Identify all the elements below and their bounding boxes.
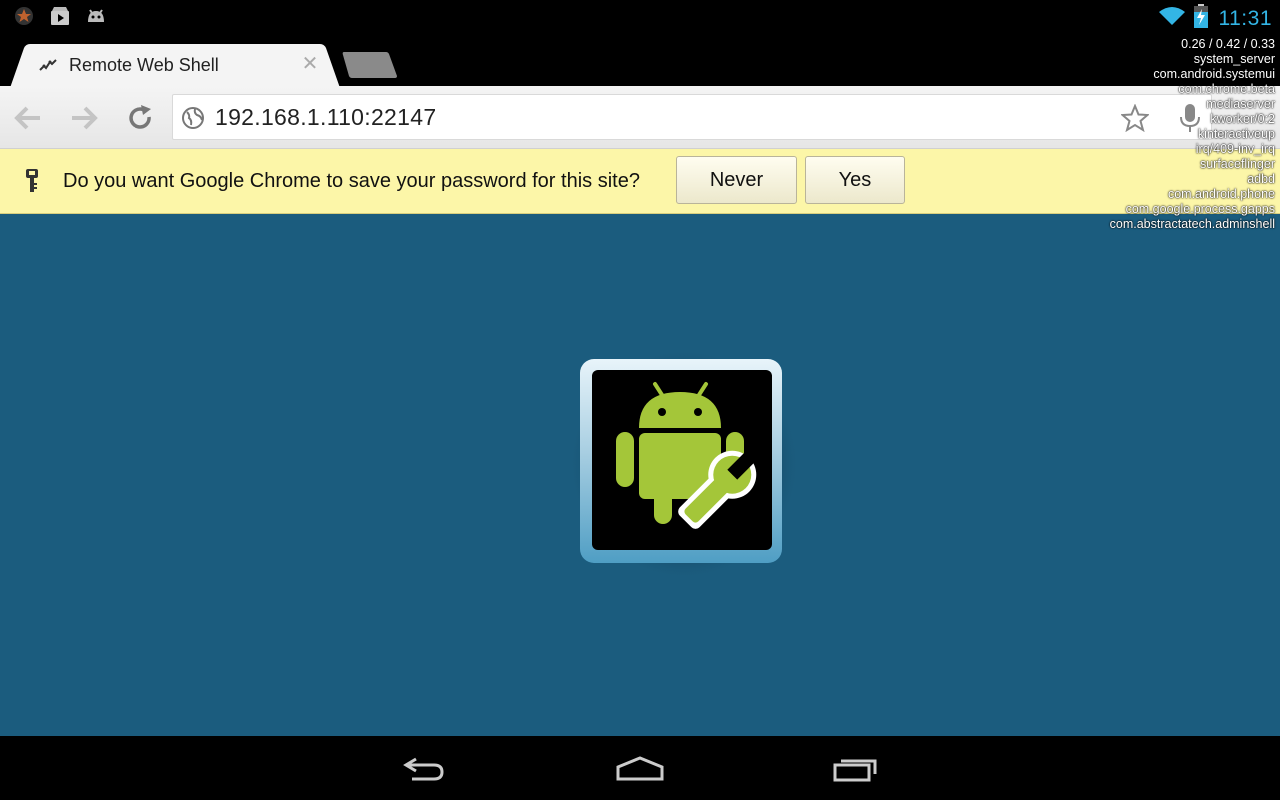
url-text: 192.168.1.110:22147 [215, 104, 437, 130]
process-name: com.google.process.gapps [1125, 202, 1275, 216]
tab-title: Remote Web Shell [69, 55, 219, 75]
globe-icon [181, 106, 205, 130]
infobar-message: Do you want Google Chrome to save your p… [63, 170, 640, 192]
process-name: kinteractiveup [1197, 127, 1275, 141]
android-debug-icon[interactable] [84, 5, 108, 27]
wifi-icon [1158, 5, 1186, 32]
process-name: mediaserver [1206, 97, 1275, 111]
page-content [0, 214, 1280, 736]
tab-strip: Remote Web Shell ✕ [0, 34, 1280, 88]
cpu-usage-overlay: 0.26 / 0.42 / 0.33 system_server com.and… [1110, 37, 1275, 232]
back-arrow-icon[interactable] [12, 102, 44, 134]
process-name: com.chrome.beta [1178, 82, 1275, 96]
process-name: com.android.phone [1167, 187, 1275, 201]
key-icon [22, 169, 42, 193]
forward-arrow-icon[interactable] [68, 102, 100, 134]
tab-remote-web-shell[interactable]: Remote Web Shell ✕ [10, 44, 340, 88]
home-nav-icon[interactable] [610, 752, 670, 786]
save-password-infobar: Do you want Google Chrome to save your p… [0, 149, 1280, 214]
process-name: surfaceflinger [1199, 157, 1275, 171]
process-name: kworker/0:2 [1210, 112, 1275, 126]
recent-apps-nav-icon[interactable] [826, 752, 886, 786]
browser-toolbar: 192.168.1.110:22147 [0, 86, 1280, 149]
new-tab-button[interactable] [342, 52, 398, 78]
process-name: irq/409-inv_irq [1195, 142, 1275, 156]
status-indicators: 11:31 [1158, 4, 1272, 33]
yes-button[interactable]: Yes [805, 156, 905, 204]
back-nav-icon[interactable] [394, 752, 454, 786]
close-icon[interactable]: ✕ [299, 53, 321, 75]
favicon-icon [38, 56, 58, 76]
reload-icon[interactable] [124, 102, 156, 134]
play-store-icon[interactable] [48, 5, 72, 27]
never-button[interactable]: Never [676, 156, 797, 204]
process-name: com.abstractatech.adminshell [1109, 217, 1275, 231]
battery-charging-icon [1194, 4, 1208, 33]
load-average: 0.26 / 0.42 / 0.33 [1181, 37, 1275, 51]
address-bar[interactable]: 192.168.1.110:22147 [172, 94, 1212, 140]
navigation-bar [0, 736, 1280, 800]
clock: 11:31 [1218, 6, 1272, 30]
notification-icons [12, 5, 108, 27]
process-name: com.android.systemui [1153, 67, 1275, 81]
android-admin-shell-logo [566, 346, 802, 582]
screen: 11:31 Remote Web Shell ✕ 192.168.1.110:2… [0, 0, 1280, 800]
status-bar: 11:31 [0, 0, 1280, 34]
process-name: system_server [1193, 52, 1275, 66]
process-name: adbd [1247, 172, 1275, 186]
star-notification-icon[interactable] [12, 5, 36, 27]
